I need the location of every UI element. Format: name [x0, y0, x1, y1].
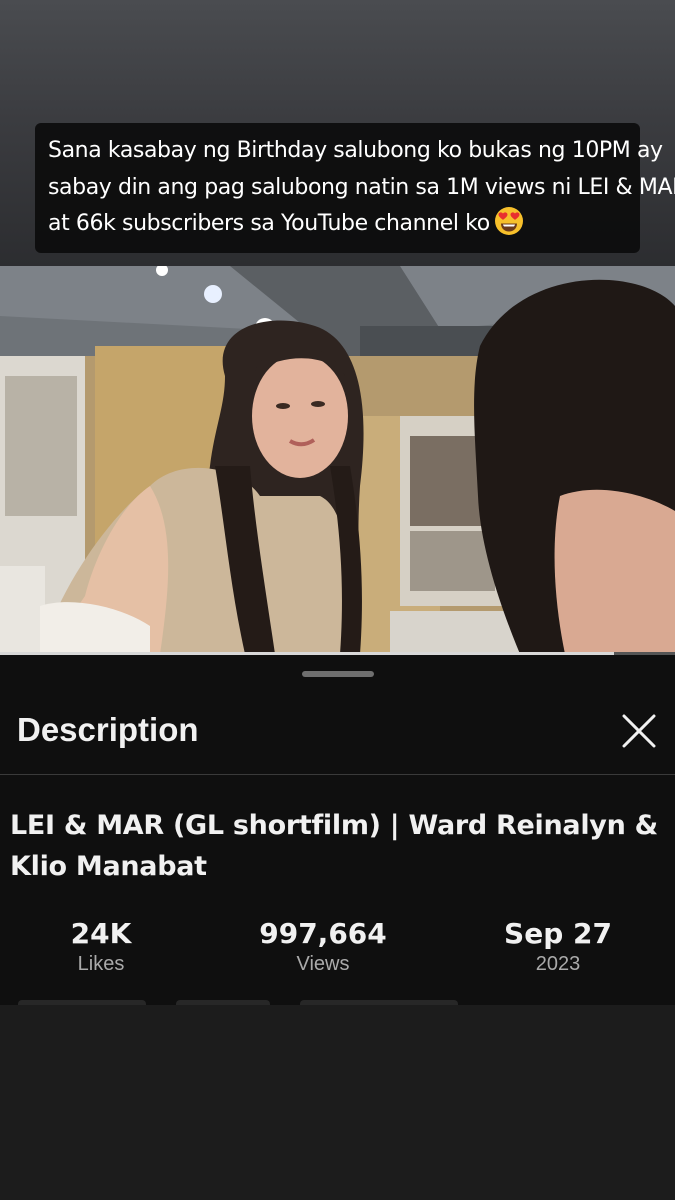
story-caption: Sana kasabay ng Birthday salubong ko buk…: [35, 123, 675, 253]
likes-count: 24K: [70, 917, 132, 950]
caption-line-2: sabay din ang pag salubong natin sa 1M v…: [48, 174, 675, 200]
likes-stat: 24K Likes: [1, 917, 201, 977]
description-heading: Description: [17, 711, 199, 748]
close-icon: [622, 714, 656, 748]
video-title: LEI & MAR (GL shortfilm) | Ward Reinalyn…: [10, 810, 658, 882]
video-player[interactable]: [0, 266, 675, 654]
close-button[interactable]: [618, 710, 660, 752]
video-frame-image: [0, 266, 675, 654]
upload-date: Sep 27: [504, 917, 612, 950]
likes-label: Likes: [77, 953, 125, 975]
description-sheet: Description LEI & MAR (GL shortfilm) | W…: [0, 655, 675, 1008]
upload-year: 2023: [535, 953, 581, 975]
caption-line-1: Sana kasabay ng Birthday salubong ko buk…: [48, 138, 663, 163]
views-label: Views: [296, 953, 350, 975]
story-bottom-background: [0, 1005, 675, 1200]
views-stat: 997,664 Views: [223, 917, 423, 977]
upload-date-stat: Sep 27 2023: [458, 917, 658, 977]
divider: [0, 774, 675, 775]
drag-handle[interactable]: [302, 671, 374, 677]
caption-line-3: at 66k subscribers sa YouTube channel ko: [48, 211, 490, 236]
views-count: 997,664: [259, 917, 387, 950]
heart-eyes-emoji-icon: [494, 207, 523, 235]
